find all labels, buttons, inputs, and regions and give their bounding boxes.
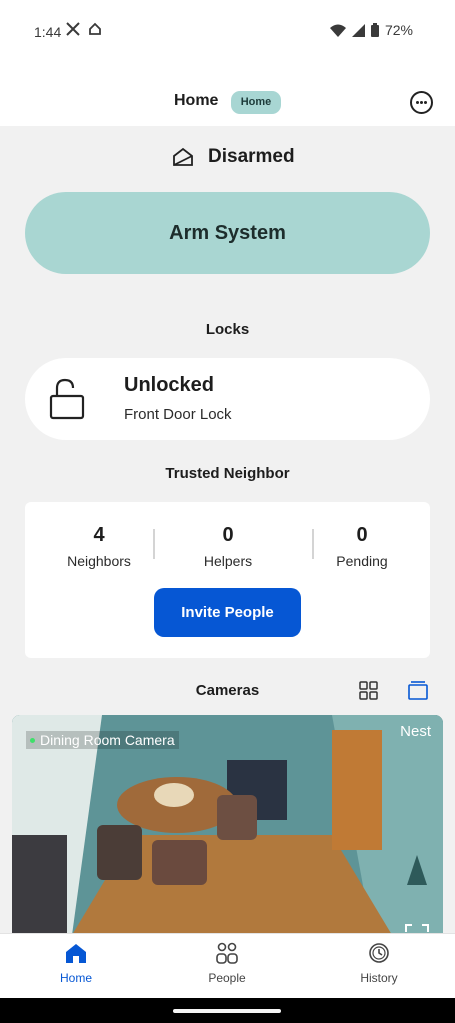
live-indicator-icon <box>30 737 35 743</box>
x-icon <box>66 22 80 36</box>
stat-label: Neighbors <box>67 553 131 569</box>
fullscreen-icon[interactable] <box>405 923 429 933</box>
stat-value: 0 <box>222 524 234 546</box>
stat-neighbors[interactable]: 4 Neighbors <box>39 524 159 569</box>
more-options-button[interactable] <box>410 91 433 114</box>
notification-icons <box>66 22 102 36</box>
page-title: Home <box>174 92 219 109</box>
camera-feed[interactable]: Dining Room Camera Nest <box>12 715 443 935</box>
stat-value: 4 <box>93 524 105 546</box>
stat-label: Helpers <box>203 553 253 569</box>
home-icon <box>66 944 86 963</box>
dot-icon <box>424 101 427 104</box>
bottom-navigation: Home People History <box>0 933 455 998</box>
camera-name-label: Dining Room Camera <box>26 731 179 749</box>
dot-icon <box>420 101 423 104</box>
people-icon <box>216 942 238 964</box>
location-badge[interactable]: Home <box>231 91 281 114</box>
dot-icon <box>416 101 419 104</box>
wifi-icon <box>329 24 346 37</box>
stat-label: Pending <box>336 553 388 569</box>
signal-icon <box>351 23 365 37</box>
status-bar: 1:44 72% <box>0 0 455 64</box>
gesture-handle[interactable] <box>173 1009 281 1013</box>
stat-pending[interactable]: 0 Pending <box>302 524 422 569</box>
lock-name: Front Door Lock <box>124 406 232 423</box>
nav-people[interactable]: People <box>177 942 277 985</box>
house-notification-icon <box>89 22 101 35</box>
stat-helpers[interactable]: 0 Helpers <box>168 524 288 569</box>
locks-section-title: Locks <box>205 321 250 338</box>
battery-level: 72% <box>384 22 413 38</box>
unlocked-padlock-icon <box>49 378 85 420</box>
stat-value: 0 <box>356 524 368 546</box>
nav-home[interactable]: Home <box>26 942 126 985</box>
stat-divider <box>153 529 155 559</box>
disarmed-house-icon <box>173 147 193 166</box>
security-status: Disarmed <box>172 146 295 168</box>
nav-label: People <box>208 971 246 985</box>
trusted-neighbor-card: 4 Neighbors 0 Helpers 0 Pending Invite P… <box>25 502 430 658</box>
status-time: 1:44 <box>34 24 62 40</box>
history-icon <box>369 943 389 963</box>
arm-system-button[interactable]: Arm System <box>25 192 430 274</box>
battery-icon <box>370 23 379 37</box>
lock-card[interactable]: Unlocked Front Door Lock <box>25 358 430 440</box>
nav-label: History <box>360 971 398 985</box>
nav-history[interactable]: History <box>329 942 429 985</box>
gesture-bar <box>0 998 455 1023</box>
security-state: Disarmed <box>208 146 295 167</box>
status-right: 72% <box>329 22 413 38</box>
camera-brand: Nest <box>400 723 431 740</box>
nav-label: Home <box>59 971 92 985</box>
camera-name: Dining Room Camera <box>40 732 175 748</box>
trusted-neighbor-title: Trusted Neighbor <box>165 465 290 482</box>
invite-people-button[interactable]: Invite People <box>154 588 301 637</box>
app-header: Home Home <box>0 64 455 126</box>
cameras-section-title: Cameras <box>195 682 260 699</box>
lock-status: Unlocked <box>124 374 215 396</box>
list-view-icon[interactable] <box>408 681 428 700</box>
grid-view-icon[interactable] <box>359 681 378 700</box>
